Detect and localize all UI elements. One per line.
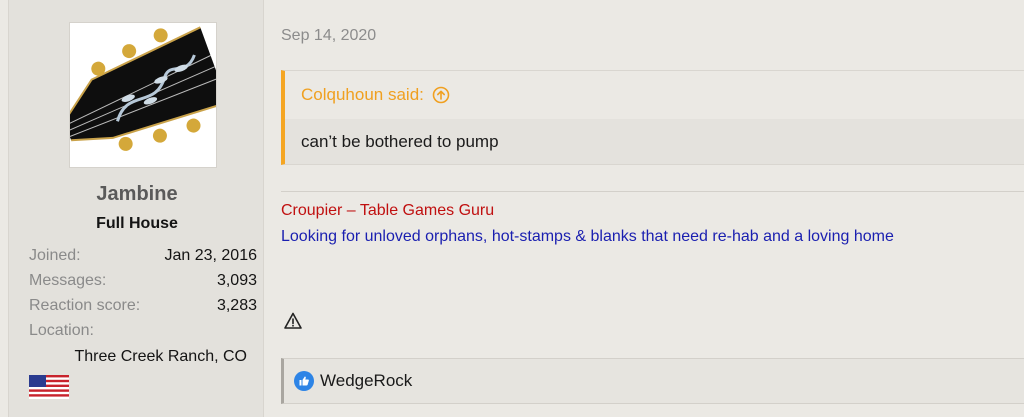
location-value: Three Creek Ranch, CO xyxy=(74,348,247,365)
signature-divider xyxy=(281,191,1024,192)
like-icon xyxy=(294,371,314,391)
stat-messages: Messages: 3,093 xyxy=(29,272,257,290)
forum-post: Jambine Full House Joined: Jan 23, 2016 … xyxy=(0,0,1024,417)
username[interactable]: Jambine xyxy=(9,183,265,206)
stat-joined: Joined: Jan 23, 2016 xyxy=(29,247,257,265)
stat-value: 3,283 xyxy=(216,297,257,314)
stat-label: Joined: xyxy=(29,247,81,264)
stat-reaction-score: Reaction score: 3,283 xyxy=(29,297,257,315)
arrow-up-circle-icon[interactable] xyxy=(432,86,450,104)
stat-value: 3,093 xyxy=(216,272,257,289)
us-flag-icon xyxy=(29,375,69,399)
quote-header[interactable]: Colquhoun said: xyxy=(285,71,1024,119)
post-date[interactable]: Sep 14, 2020 xyxy=(281,27,376,45)
stat-value: Jan 23, 2016 xyxy=(164,247,257,264)
quote-text: can’t be bothered to pump xyxy=(285,119,1024,164)
user-panel: Jambine Full House Joined: Jan 23, 2016 … xyxy=(8,0,264,417)
stat-location: Location: xyxy=(29,322,257,340)
stat-label: Reaction score: xyxy=(29,297,141,314)
stat-label: Messages: xyxy=(29,272,107,289)
signature-line-2: Looking for unloved orphans, hot-stamps … xyxy=(281,228,894,245)
reactions-bar: WedgeRock xyxy=(281,358,1024,404)
quote-block: Colquhoun said: can’t be bothered to pum… xyxy=(281,70,1024,165)
reaction-user-link[interactable]: WedgeRock xyxy=(320,371,412,391)
signature-line-1: Croupier – Table Games Guru xyxy=(281,202,495,219)
user-title: Full House xyxy=(96,215,178,232)
quote-author[interactable]: Colquhoun said: xyxy=(301,85,424,105)
avatar[interactable] xyxy=(69,22,217,168)
stat-label: Location: xyxy=(29,322,94,339)
warning-icon[interactable] xyxy=(283,311,303,331)
